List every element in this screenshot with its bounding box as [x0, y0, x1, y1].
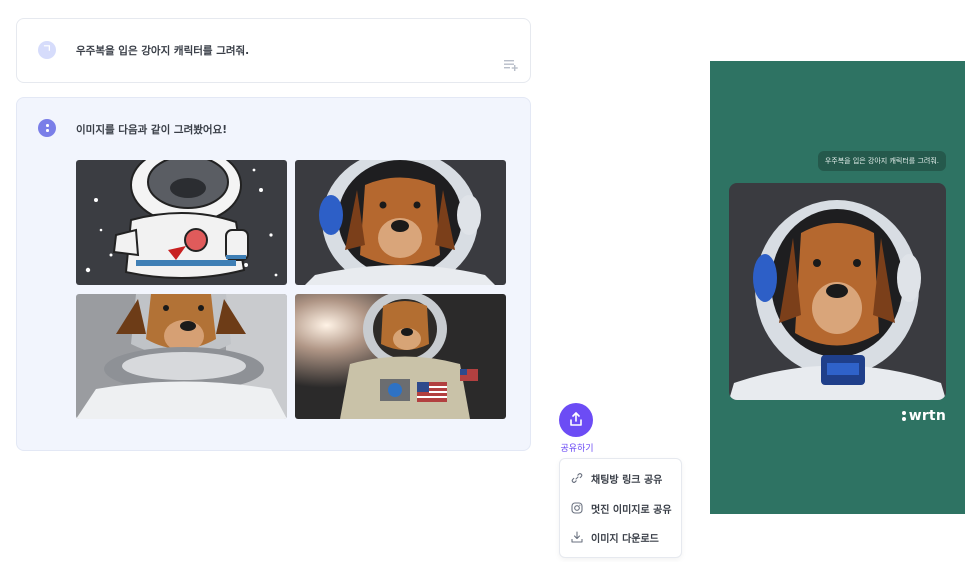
share-button-label: 공유하기 [560, 444, 594, 454]
download-image-label: 이미지 다운로드 [591, 533, 659, 545]
share-image-label: 멋진 이미지로 공유 [591, 504, 672, 516]
share-link-menu-item[interactable]: 채팅방 링크 공유 [571, 468, 662, 488]
wrtn-logo: wrtn [901, 408, 946, 424]
generated-image-4[interactable] [295, 294, 506, 419]
bot-message-text: 이미지를 다음과 같이 그려봤어요! [76, 124, 227, 136]
share-link-label: 채팅방 링크 공유 [591, 474, 663, 486]
generated-image-2[interactable] [295, 160, 506, 285]
generated-image-1[interactable] [76, 160, 287, 285]
wrtn-logo-mark [901, 410, 906, 422]
share-menu: 채팅방 링크 공유 멋진 이미지로 공유 이미지 다운로드 [559, 458, 682, 558]
user-avatar: ㄱ [38, 41, 56, 59]
link-icon [571, 473, 583, 483]
preview-prompt-bubble: 우주복을 입은 강아지 캐릭터를 그려줘. [817, 151, 946, 171]
instagram-icon [571, 502, 583, 514]
download-icon [571, 531, 583, 543]
download-image-menu-item[interactable]: 이미지 다운로드 [571, 527, 659, 547]
bot-message-card: 이미지를 다음과 같이 그려봤어요! [16, 97, 531, 451]
share-preview-card: 우주복을 입은 강아지 캐릭터를 그려줘. wrtn [710, 61, 965, 514]
user-message-card: ㄱ 우주복을 입은 강아지 캐릭터를 그려줘. [16, 18, 531, 83]
share-image-menu-item[interactable]: 멋진 이미지로 공유 [571, 498, 672, 518]
share-icon [570, 412, 582, 426]
share-button[interactable] [559, 403, 593, 437]
preview-image [729, 183, 946, 400]
wrtn-logo-text: wrtn [908, 408, 946, 424]
generated-image-3[interactable] [76, 294, 287, 419]
bot-avatar [38, 119, 56, 137]
user-message-text: 우주복을 입은 강아지 캐릭터를 그려줘. [76, 45, 250, 57]
add-to-prompt-icon[interactable] [504, 59, 518, 71]
